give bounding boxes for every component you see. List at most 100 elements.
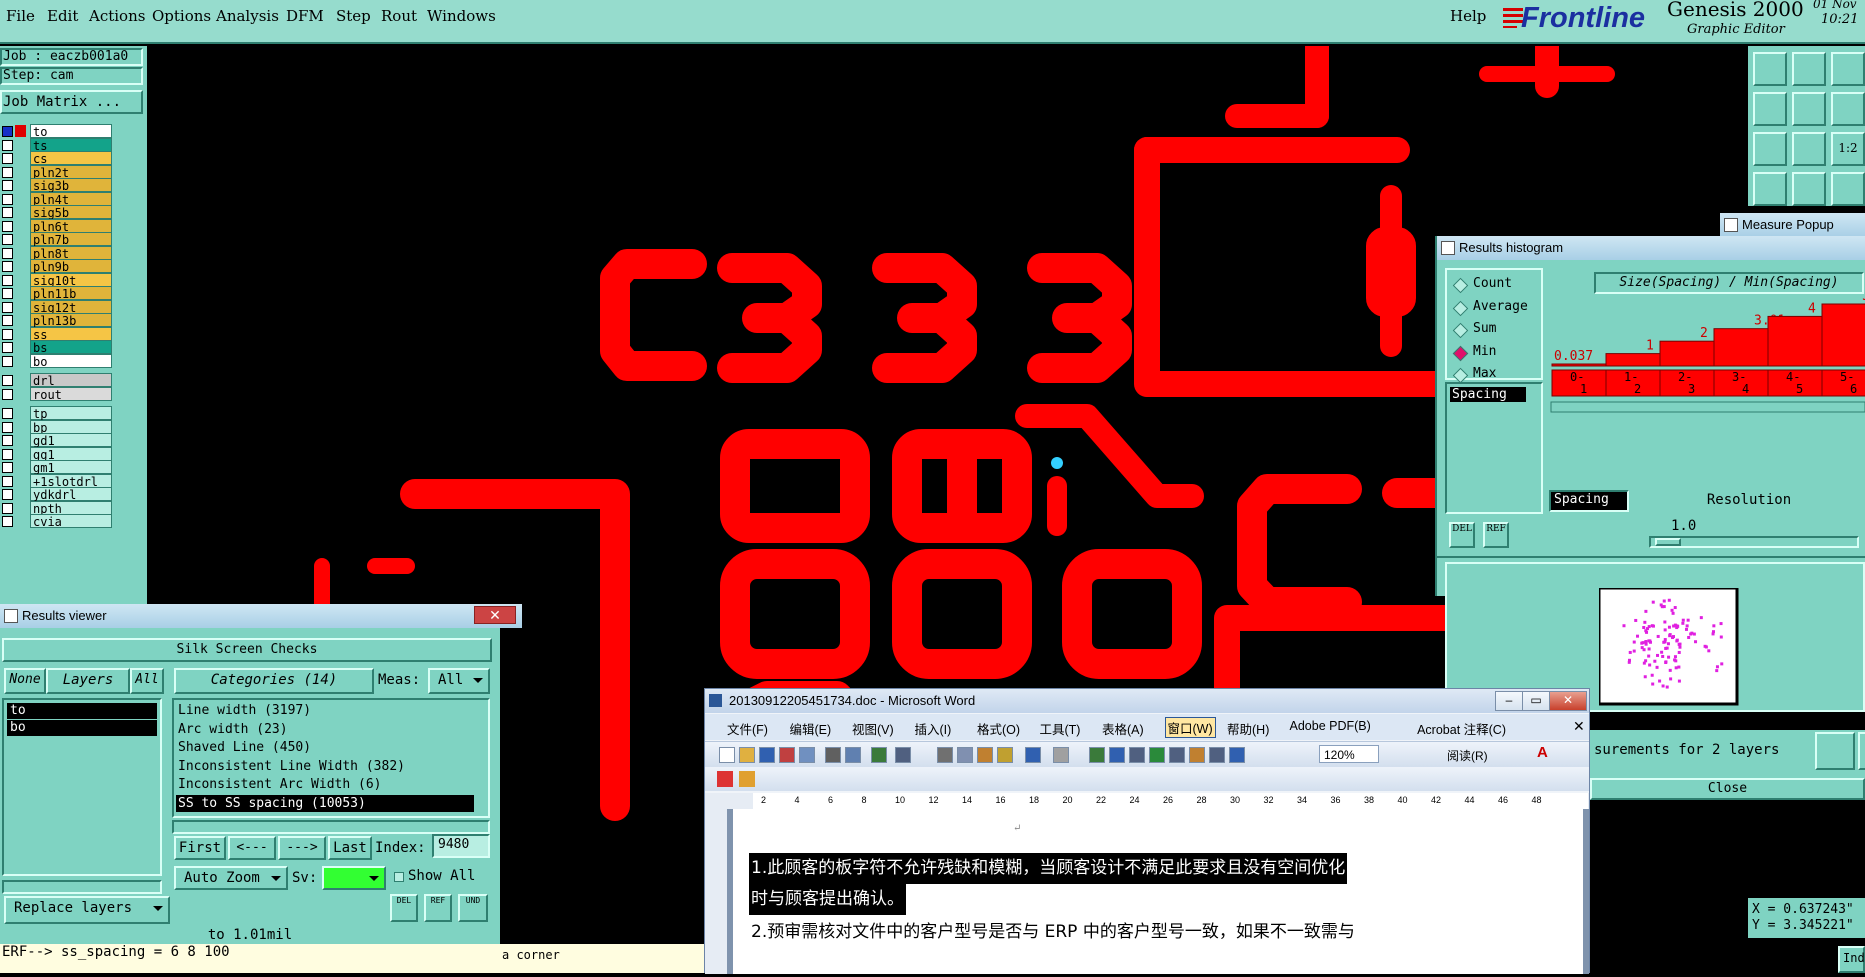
layer-checkbox[interactable] (2, 375, 13, 386)
layer-checkbox[interactable] (2, 315, 13, 326)
document-page[interactable]: ↵ 1.此顾客的板字符不允许残缺和模糊，当顾客设计不满足此要求且没有空间优化 时… (733, 809, 1583, 974)
zoom-icon[interactable] (1831, 52, 1865, 86)
layer-checkbox[interactable] (2, 180, 13, 191)
grid-icon[interactable] (1792, 172, 1826, 206)
layer-name[interactable]: tp (30, 406, 112, 421)
layer-checkbox[interactable] (2, 193, 13, 205)
redo-icon[interactable] (1053, 747, 1069, 763)
job-matrix-button[interactable]: Job Matrix ... (0, 90, 143, 114)
menu-help[interactable]: Help (1450, 7, 1486, 25)
layer-name[interactable]: pln13b (30, 313, 112, 328)
category-item[interactable]: Inconsistent Line Width (382) (176, 758, 474, 775)
layer-name[interactable]: pln6t (30, 218, 112, 234)
doc-map-icon[interactable] (1209, 747, 1225, 763)
layer-row[interactable]: rout (0, 386, 146, 402)
zoom-out-icon[interactable] (1792, 132, 1826, 166)
layer-checkbox[interactable] (2, 220, 13, 232)
pdf-mail-icon[interactable] (739, 771, 755, 787)
result-layer-list[interactable]: to bo (2, 698, 162, 876)
tables-icon[interactable] (1109, 747, 1125, 763)
menu-options[interactable]: Options (152, 7, 211, 25)
research-icon[interactable] (895, 747, 911, 763)
layer-row[interactable]: cvia (0, 514, 146, 529)
save-icon[interactable] (759, 747, 775, 763)
permission-icon[interactable] (779, 747, 795, 763)
layer-checkbox[interactable] (2, 342, 13, 353)
word-menu-item[interactable]: 编辑(E) (790, 719, 832, 738)
new-doc-icon[interactable] (719, 747, 735, 763)
pan-left-icon[interactable] (1753, 92, 1787, 126)
ind-button[interactable]: Ind (1838, 946, 1865, 973)
menu-step[interactable]: Step (336, 7, 371, 25)
menu-file[interactable]: File (6, 7, 35, 25)
columns-icon[interactable] (1169, 747, 1185, 763)
minimize-button[interactable]: ‒ (1495, 691, 1523, 711)
show-all-checkbox[interactable] (394, 872, 404, 882)
measure-close-button[interactable]: Close (1590, 778, 1865, 800)
close-window-button[interactable]: ✕ (474, 606, 516, 624)
word-menu-item[interactable]: 插入(I) (915, 719, 952, 738)
layer-checkbox[interactable] (2, 261, 13, 272)
layer-checkbox[interactable] (2, 166, 13, 178)
print-icon[interactable] (825, 747, 841, 763)
first-button[interactable]: First (174, 836, 226, 860)
copy-icon[interactable] (957, 747, 973, 763)
category-hscroll[interactable] (172, 820, 490, 834)
layer-name[interactable]: gm1 (30, 460, 112, 475)
resolution-slider-thumb[interactable] (1655, 538, 1681, 546)
word-menu-item[interactable]: 文件(F) (727, 719, 768, 738)
histogram-bar[interactable] (1605, 353, 1661, 367)
replace-layers-dropdown[interactable]: Replace layers (4, 896, 170, 924)
reading-mode-button[interactable]: 阅读(R) (1447, 747, 1488, 764)
layer-checkbox[interactable] (2, 489, 13, 500)
menu-actions[interactable]: Actions (89, 7, 145, 25)
layer-checkbox[interactable] (2, 288, 13, 299)
radio-icon[interactable] (1452, 367, 1469, 384)
print-icon[interactable] (1815, 732, 1855, 770)
snap-icon[interactable] (1831, 172, 1865, 206)
doc-line-2[interactable]: 时与顾客提出确认。 (749, 884, 906, 915)
print-preview-icon[interactable] (845, 747, 861, 763)
pan-up-icon[interactable] (1753, 52, 1787, 86)
layer-checkbox[interactable] (2, 388, 13, 400)
word-menu-item[interactable]: Adobe PDF(B) (1290, 719, 1371, 733)
layer-name[interactable]: ydkdrl (30, 487, 112, 502)
histogram-bar[interactable] (1659, 340, 1715, 367)
word-menu-item[interactable]: 窗口(W) (1164, 717, 1216, 738)
layer-checkbox[interactable] (2, 153, 13, 164)
auto-zoom-dropdown[interactable]: Auto Zoom (174, 866, 288, 890)
histogram-mode-option[interactable]: Sum (1452, 321, 1543, 339)
radio-icon[interactable] (1452, 345, 1469, 361)
paste-icon[interactable] (977, 747, 993, 763)
menu-edit[interactable]: Edit (47, 7, 78, 25)
layer-checkbox[interactable] (2, 328, 13, 340)
word-menu-item[interactable]: 帮助(H) (1227, 719, 1269, 738)
layer-name[interactable]: cs (30, 151, 112, 166)
layer-name[interactable]: pln8t (30, 245, 112, 261)
layer-name[interactable]: sig5b (30, 205, 112, 220)
categories-button[interactable]: Categories (14) (174, 668, 374, 694)
histogram-mode-option[interactable]: Min (1452, 344, 1543, 362)
layer-checkbox[interactable] (2, 435, 13, 446)
word-menu-item[interactable]: 表格(A) (1102, 719, 1144, 738)
layer-name[interactable]: sig3b (30, 178, 112, 193)
hyperlink-icon[interactable] (1089, 747, 1105, 763)
zoom-in-icon[interactable] (1753, 132, 1787, 166)
layer-checkbox[interactable] (2, 139, 13, 151)
menu-windows[interactable]: Windows (427, 7, 496, 25)
layer-name[interactable]: pln4t (30, 191, 112, 207)
layers-button[interactable]: Layers (46, 668, 130, 694)
word-menu-item[interactable]: Acrobat 注释(C) (1417, 719, 1506, 738)
layer-name[interactable]: sig10t (30, 272, 112, 288)
layer-name[interactable]: pln7b (30, 232, 112, 247)
last-button[interactable]: Last (328, 836, 372, 860)
scale-icon[interactable]: 1:2 (1831, 132, 1865, 166)
layer-checkbox[interactable] (2, 475, 13, 487)
vertical-ruler[interactable] (705, 809, 727, 974)
histogram-list[interactable]: Spacing (1445, 382, 1543, 514)
measure-icon[interactable] (1753, 172, 1787, 206)
histogram-mode-option[interactable]: Count (1452, 276, 1543, 294)
layer-name[interactable]: pln11b (30, 286, 112, 301)
layer-name[interactable]: +1slotdrl (30, 473, 112, 489)
rv-ref-button[interactable]: REF (424, 894, 452, 922)
